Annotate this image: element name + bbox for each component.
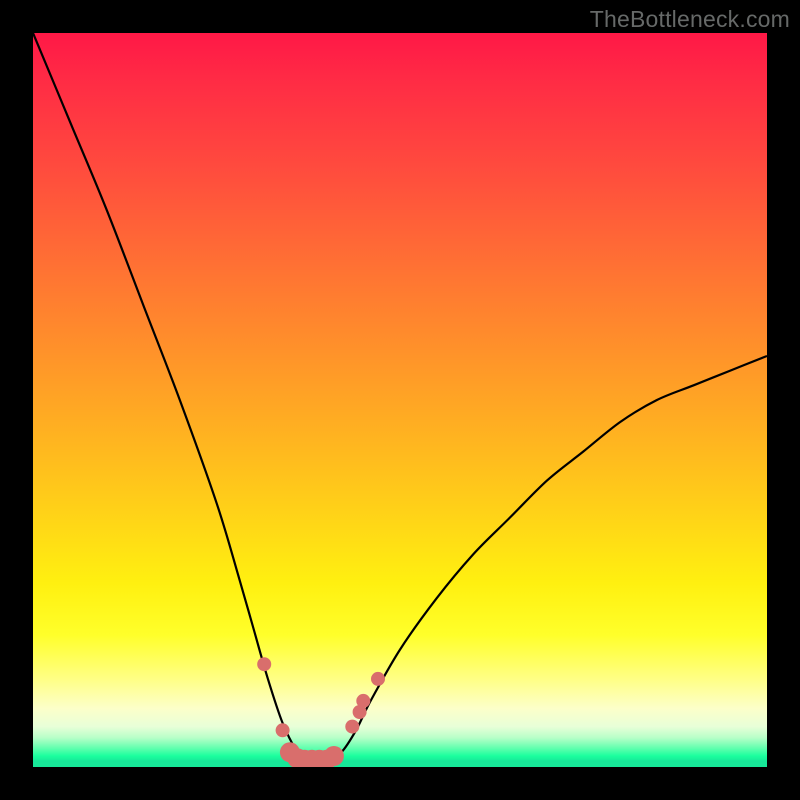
chart-svg: [33, 33, 767, 767]
data-point: [345, 720, 359, 734]
data-point: [356, 694, 370, 708]
chart-frame: TheBottleneck.com: [0, 0, 800, 800]
marker-group: [257, 657, 385, 767]
data-point: [257, 657, 271, 671]
watermark-text: TheBottleneck.com: [590, 6, 790, 33]
chart-plot-area: [33, 33, 767, 767]
data-point: [371, 672, 385, 686]
data-point: [276, 723, 290, 737]
bottleneck-curve: [33, 33, 767, 760]
data-point: [324, 746, 344, 766]
